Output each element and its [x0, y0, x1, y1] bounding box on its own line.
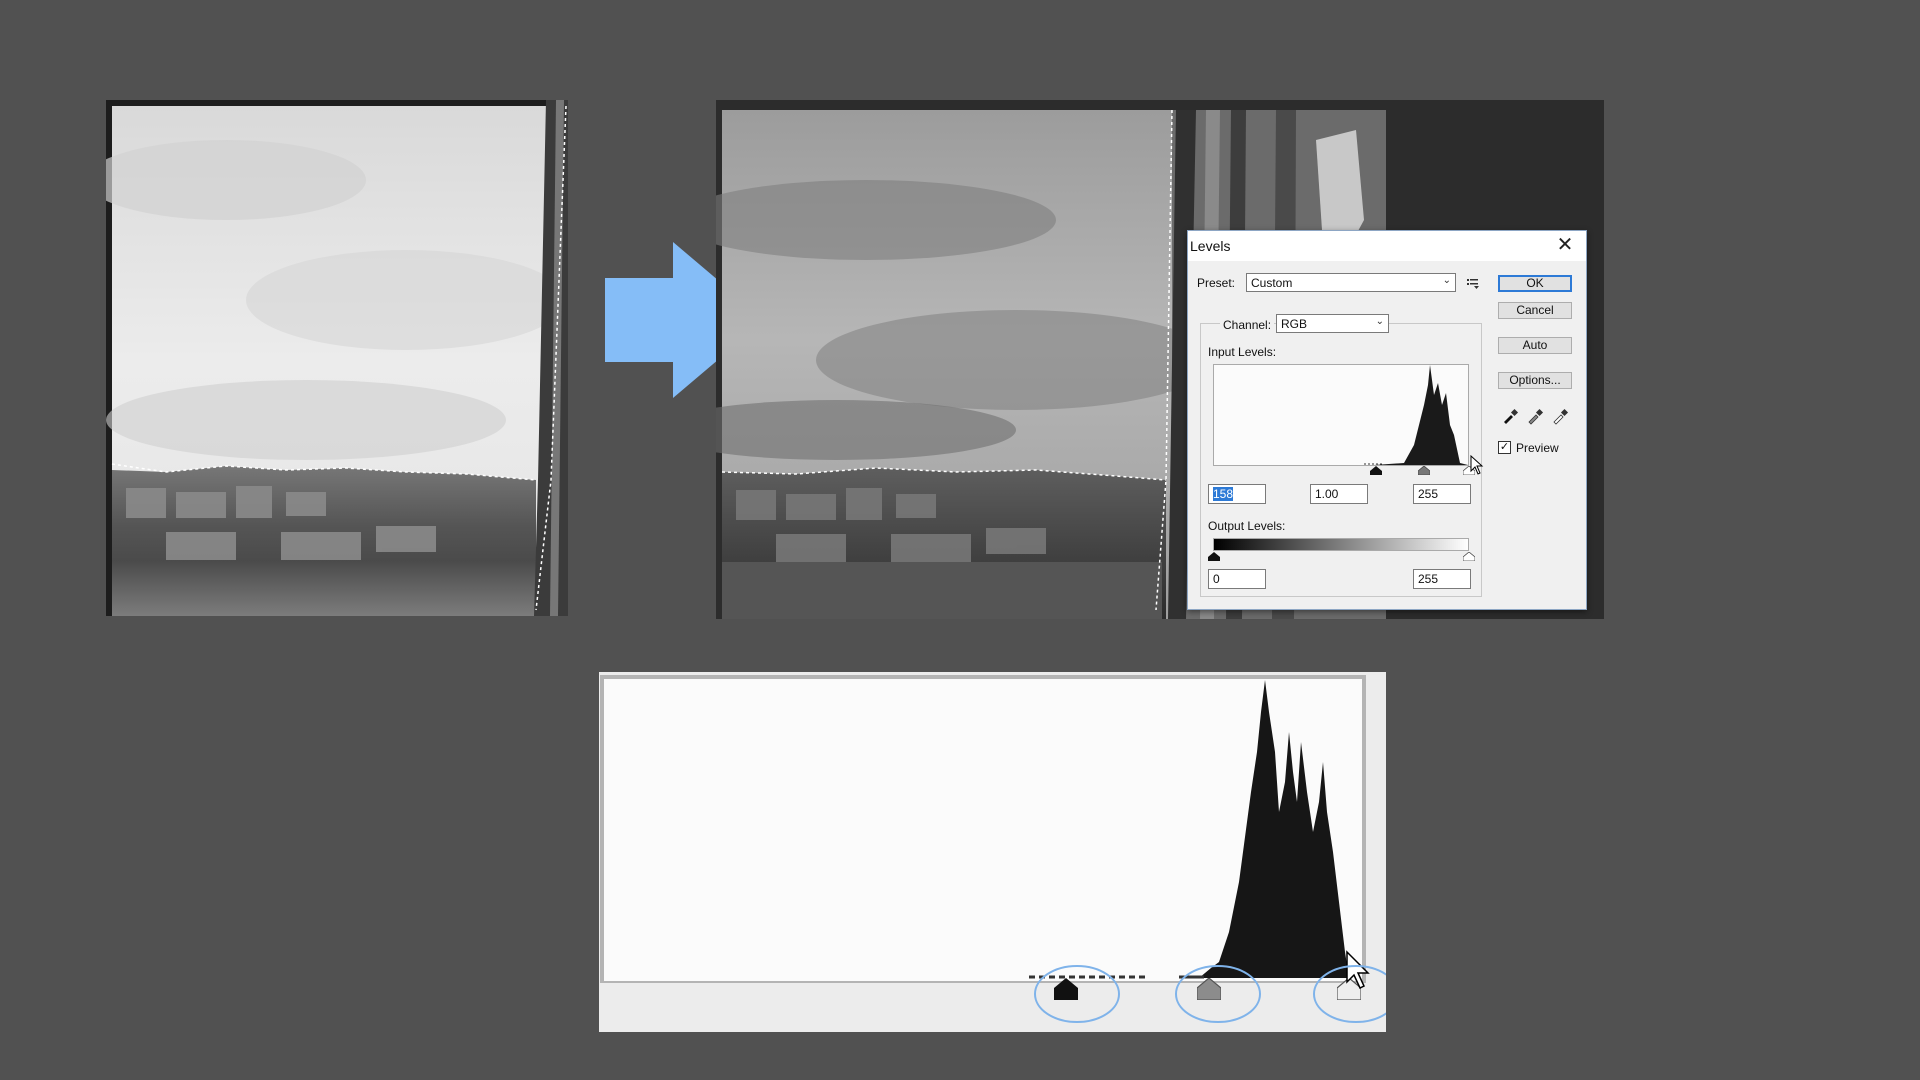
highlight-circles	[1034, 965, 1386, 1023]
channel-value: RGB	[1281, 317, 1308, 331]
zoomed-histogram	[599, 672, 1386, 1032]
preset-select[interactable]: Custom ⌄	[1246, 273, 1456, 292]
output-white-slider[interactable]	[1463, 552, 1475, 561]
ok-button[interactable]: OK	[1498, 275, 1572, 292]
input-white-field[interactable]: 255	[1413, 484, 1471, 504]
gray-eyedropper-icon[interactable]	[1526, 407, 1544, 425]
output-black-field[interactable]: 0	[1208, 569, 1266, 589]
channel-select[interactable]: RGB ⌄	[1276, 314, 1389, 333]
preset-options-icon[interactable]	[1466, 277, 1480, 289]
options-button[interactable]: Options...	[1498, 372, 1572, 389]
channel-label: Channel:	[1220, 318, 1275, 332]
levels-dialog: Levels ✕ Preset: Custom ⌄ Channel: RGB ⌄…	[1187, 230, 1587, 610]
histogram	[1213, 364, 1469, 466]
black-point-slider[interactable]	[1370, 466, 1382, 475]
preview-label: Preview	[1516, 441, 1559, 455]
output-black-slider[interactable]	[1208, 552, 1220, 561]
preview-checkbox[interactable]: ✓	[1498, 441, 1511, 454]
output-white-field[interactable]: 255	[1413, 569, 1471, 589]
gamma-slider[interactable]	[1418, 466, 1430, 475]
dialog-title: Levels	[1190, 238, 1231, 254]
white-eyedropper-icon[interactable]	[1551, 407, 1569, 425]
input-levels-label: Input Levels:	[1208, 345, 1277, 359]
preset-value: Custom	[1251, 276, 1293, 290]
chevron-down-icon: ⌄	[1442, 275, 1451, 286]
output-gradient	[1213, 538, 1469, 551]
output-levels-label: Output Levels:	[1208, 519, 1286, 533]
close-icon[interactable]: ✕	[1552, 233, 1578, 257]
before-photo	[106, 100, 568, 616]
input-black-value: 158	[1213, 487, 1234, 501]
dialog-titlebar[interactable]: Levels ✕	[1188, 231, 1586, 261]
input-black-field[interactable]: 158	[1208, 484, 1266, 504]
input-gamma-field[interactable]: 1.00	[1310, 484, 1368, 504]
cancel-button[interactable]: Cancel	[1498, 302, 1572, 319]
auto-button[interactable]: Auto	[1498, 337, 1572, 354]
chevron-down-icon: ⌄	[1375, 316, 1384, 327]
cursor-icon	[1470, 455, 1484, 475]
preset-label: Preset:	[1197, 276, 1236, 290]
black-eyedropper-icon[interactable]	[1501, 407, 1519, 425]
